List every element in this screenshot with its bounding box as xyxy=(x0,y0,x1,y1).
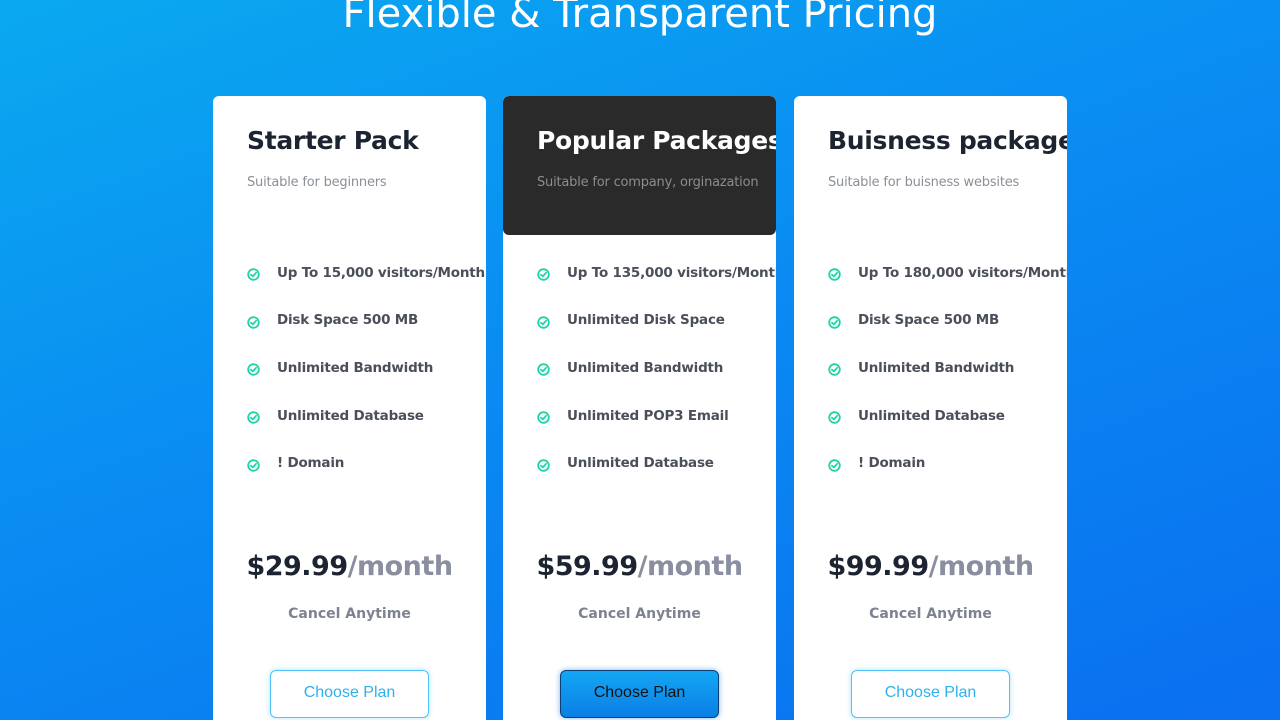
check-circle-icon xyxy=(828,409,841,424)
feature-text: Unlimited Database xyxy=(277,407,424,424)
price-period: /month xyxy=(637,551,743,582)
feature-text: Up To 180,000 visitors/Month xyxy=(858,264,1067,281)
check-circle-icon xyxy=(247,409,260,424)
feature-item: Disk Space 500 MB xyxy=(247,302,485,350)
feature-item: Unlimited Database xyxy=(828,397,1067,445)
feature-item: Unlimited POP3 Email xyxy=(537,397,776,445)
price-amount: $59.99 xyxy=(536,551,638,582)
feature-list: Up To 15,000 visitors/Month Disk Space 5… xyxy=(247,254,485,492)
check-circle-icon xyxy=(247,361,260,377)
feature-item: Unlimited Database xyxy=(537,444,776,492)
pricing-card-starter: Starter Pack Suitable for beginners Up T… xyxy=(213,96,486,720)
check-circle-icon xyxy=(537,361,550,377)
feature-item: Up To 135,000 visitors/Month xyxy=(537,254,776,302)
feature-item: Unlimited Bandwidth xyxy=(537,349,776,397)
plan-subtitle: Suitable for company, orginazation xyxy=(537,175,759,190)
card-header: Buisness package Suitable for buisness w… xyxy=(794,96,1067,235)
plan-subtitle: Suitable for beginners xyxy=(247,175,387,190)
plan-title: Starter Pack xyxy=(247,126,419,155)
feature-text: Unlimited POP3 Email xyxy=(567,407,729,424)
feature-item: Up To 15,000 visitors/Month xyxy=(247,254,485,302)
feature-text: Unlimited Disk Space xyxy=(567,312,725,329)
plan-subtitle: Suitable for buisness websites xyxy=(828,175,1020,190)
feature-item: Unlimited Database xyxy=(247,397,485,445)
feature-text: Unlimited Database xyxy=(567,455,714,472)
feature-item: Up To 180,000 visitors/Month xyxy=(828,254,1067,302)
choose-plan-button[interactable]: Choose Plan xyxy=(851,670,1010,718)
check-circle-icon xyxy=(537,314,550,329)
price-amount: $29.99 xyxy=(246,551,348,582)
feature-text: Unlimited Database xyxy=(858,407,1005,424)
feature-item: ! Domain xyxy=(828,444,1067,492)
page-title: Flexible & Transparent Pricing xyxy=(342,0,938,37)
price-amount: $99.99 xyxy=(827,551,929,582)
check-circle-icon xyxy=(537,457,550,472)
cancel-note: Cancel Anytime xyxy=(288,606,411,622)
feature-text: ! Domain xyxy=(277,455,345,472)
feature-text: Unlimited Bandwidth xyxy=(277,359,434,376)
feature-item: Unlimited Disk Space xyxy=(537,302,776,350)
pricing-card-business: Buisness package Suitable for buisness w… xyxy=(794,96,1067,720)
feature-text: Disk Space 500 MB xyxy=(858,312,1000,329)
plan-price: $99.99/month xyxy=(794,551,1067,582)
card-header: Starter Pack Suitable for beginners xyxy=(213,96,486,235)
price-period: /month xyxy=(928,551,1034,582)
plan-price: $29.99/month xyxy=(213,551,486,582)
feature-text: Up To 135,000 visitors/Month xyxy=(567,264,776,281)
check-circle-icon xyxy=(828,314,841,329)
feature-item: Disk Space 500 MB xyxy=(828,302,1067,350)
feature-item: Unlimited Bandwidth xyxy=(247,349,485,397)
feature-list: Up To 135,000 visitors/Month Unlimited D… xyxy=(537,254,776,492)
choose-plan-button[interactable]: Choose Plan xyxy=(560,670,719,718)
feature-list: Up To 180,000 visitors/Month Disk Space … xyxy=(828,254,1067,492)
feature-item: ! Domain xyxy=(247,444,485,492)
pricing-card-popular: Popular Packages Suitable for company, o… xyxy=(503,96,776,720)
plan-title: Buisness package xyxy=(828,126,1067,155)
cancel-note: Cancel Anytime xyxy=(578,606,701,622)
check-circle-icon xyxy=(247,266,260,281)
check-circle-icon xyxy=(537,266,550,281)
choose-plan-button[interactable]: Choose Plan xyxy=(270,670,429,718)
cancel-note: Cancel Anytime xyxy=(869,606,992,622)
check-circle-icon xyxy=(828,266,841,281)
check-circle-icon xyxy=(537,409,550,424)
check-circle-icon xyxy=(247,457,260,472)
feature-text: Up To 15,000 visitors/Month xyxy=(277,264,485,281)
feature-text: ! Domain xyxy=(858,455,926,472)
feature-text: Disk Space 500 MB xyxy=(277,312,419,329)
check-circle-icon xyxy=(828,457,841,472)
feature-text: Unlimited Bandwidth xyxy=(567,359,724,376)
feature-item: Unlimited Bandwidth xyxy=(828,349,1067,397)
check-circle-icon xyxy=(247,314,260,329)
plan-title: Popular Packages xyxy=(537,126,776,155)
feature-text: Unlimited Bandwidth xyxy=(858,359,1015,376)
plan-price: $59.99/month xyxy=(503,551,776,582)
card-header: Popular Packages Suitable for company, o… xyxy=(503,96,776,235)
price-period: /month xyxy=(347,551,453,582)
check-circle-icon xyxy=(828,361,841,377)
